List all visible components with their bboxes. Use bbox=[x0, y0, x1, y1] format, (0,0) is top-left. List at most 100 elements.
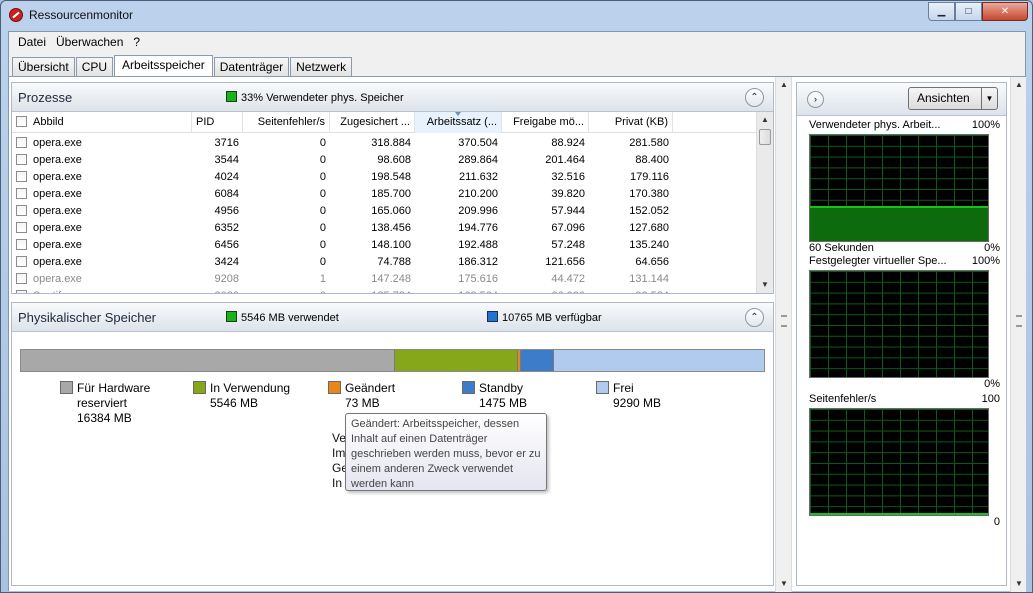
column-pid[interactable]: PID bbox=[192, 112, 243, 133]
table-cell: 168.564 bbox=[415, 290, 502, 294]
graph-max: 100% bbox=[971, 119, 1000, 131]
tab-datentraeger[interactable]: Datenträger bbox=[213, 57, 290, 76]
table-cell: 121.656 bbox=[545, 255, 585, 268]
scroll-down-icon[interactable]: ▼ bbox=[1011, 576, 1027, 592]
table-row[interactable]: Spotify.exe 80800125.724168.56466.08093.5… bbox=[12, 287, 757, 293]
graph-title: Seitenfehler/s bbox=[809, 393, 877, 405]
collapse-icon[interactable]: ⌃ bbox=[745, 308, 764, 327]
column-freigabe[interactable]: Freigabe mö... bbox=[502, 112, 589, 133]
table-cell: 281.580 bbox=[629, 136, 669, 149]
memory-segment[interactable] bbox=[519, 350, 553, 371]
process-scrollbar[interactable]: ▲ ▼ bbox=[756, 112, 773, 293]
row-checkbox[interactable] bbox=[16, 136, 27, 148]
process-name: opera.exe bbox=[33, 136, 82, 149]
table-cell: 6456 bbox=[214, 238, 239, 251]
close-button[interactable]: ✕ bbox=[982, 2, 1028, 21]
physical-memory-header[interactable]: Physikalischer Speicher 5546 MB verwende… bbox=[12, 303, 773, 332]
tooltip: Geändert: Arbeitsspeicher, dessen Inhalt… bbox=[345, 413, 547, 491]
graph-canvas bbox=[809, 270, 989, 378]
row-checkbox[interactable] bbox=[16, 289, 27, 293]
table-cell: 211.632 bbox=[459, 170, 498, 183]
process-name: opera.exe bbox=[33, 170, 82, 183]
table-row[interactable]: opera.exe 4956 0 165.060 209.996 57.944 152.05… bbox=[12, 202, 757, 219]
table-cell: 127.680 bbox=[629, 221, 669, 234]
table-cell: 57.248 bbox=[551, 238, 585, 251]
table-cell: 32.516 bbox=[551, 170, 585, 183]
dropdown-icon[interactable]: ▼ bbox=[981, 88, 997, 109]
column-abbild[interactable]: Abbild bbox=[12, 112, 192, 133]
pane-splitter[interactable]: ▲ ▼ bbox=[775, 77, 792, 592]
legend-text: Frei 9290 MB bbox=[613, 381, 661, 411]
menu-ueberwachen[interactable]: Überwachen bbox=[51, 32, 128, 52]
scroll-down-icon[interactable]: ▼ bbox=[757, 277, 773, 293]
collapse-icon[interactable]: ⌃ bbox=[745, 88, 764, 107]
legend-label1: Frei bbox=[613, 381, 634, 395]
table-cell: 8080 bbox=[192, 290, 243, 294]
scroll-up-icon[interactable]: ▲ bbox=[1011, 77, 1027, 93]
scroll-up-icon[interactable]: ▲ bbox=[776, 77, 792, 93]
maximize-button[interactable]: □ bbox=[955, 2, 982, 21]
menu-bar: Datei Überwachen ? bbox=[9, 32, 1025, 52]
legend-swatch bbox=[193, 381, 206, 394]
table-row[interactable]: opera.exe 3424 0 74.788 186.312 121.656 64.656 bbox=[12, 253, 757, 270]
process-table: Abbild PID Seitenfehler/s Zugesichert ..… bbox=[12, 112, 757, 293]
tab-netzwerk[interactable]: Netzwerk bbox=[290, 57, 353, 76]
row-checkbox[interactable] bbox=[16, 272, 27, 284]
table-cell: 170.380 bbox=[629, 187, 669, 200]
column-privat[interactable]: Privat (KB) bbox=[589, 112, 673, 133]
row-checkbox[interactable] bbox=[16, 170, 27, 182]
table-row[interactable]: opera.exe 3716 0 318.884 370.504 88.924 281.58… bbox=[12, 134, 757, 151]
table-cell: 4024 bbox=[214, 170, 239, 183]
row-checkbox[interactable] bbox=[16, 187, 27, 199]
table-cell: 88.924 bbox=[551, 136, 585, 149]
window-scrollbar[interactable]: ▲ ▼ bbox=[1010, 77, 1026, 592]
memory-segment[interactable] bbox=[393, 350, 518, 371]
row-checkbox[interactable] bbox=[16, 255, 27, 267]
legend-label2: reserviert bbox=[77, 396, 128, 410]
table-row[interactable]: opera.exe 9208 1 147.248 175.616 44.472 131.14… bbox=[12, 270, 757, 287]
table-cell: 185.700 bbox=[371, 187, 411, 200]
row-checkbox[interactable] bbox=[16, 153, 27, 165]
menu-datei[interactable]: Datei bbox=[13, 32, 51, 52]
processes-usage-text: 33% Verwendeter phys. Speicher bbox=[241, 92, 404, 104]
memory-segment[interactable] bbox=[552, 350, 764, 371]
table-row[interactable]: opera.exe 6084 0 185.700 210.200 39.820 170.38… bbox=[12, 185, 757, 202]
memory-segment[interactable] bbox=[21, 350, 394, 371]
row-checkbox[interactable] bbox=[16, 221, 27, 233]
minimize-button[interactable]: ▁ bbox=[928, 2, 955, 21]
scroll-down-icon[interactable]: ▼ bbox=[776, 576, 792, 592]
table-cell: 6084 bbox=[214, 187, 239, 200]
table-row[interactable]: opera.exe 6456 0 148.100 192.488 57.248 135.24… bbox=[12, 236, 757, 253]
column-zugesichert[interactable]: Zugesichert ... bbox=[330, 112, 415, 133]
table-row[interactable]: opera.exe 3544 0 98.608 289.864 201.464 88.400 bbox=[12, 151, 757, 168]
expand-pane-icon[interactable]: › bbox=[807, 91, 824, 108]
table-row[interactable]: opera.exe 4024 0 198.548 211.632 32.516 179.11… bbox=[12, 168, 757, 185]
column-arbeitssatz[interactable]: Arbeitssatz (... bbox=[415, 112, 502, 133]
scroll-up-icon[interactable]: ▲ bbox=[757, 112, 773, 128]
table-cell: 318.884 bbox=[371, 136, 411, 149]
views-button-label: Ansichten bbox=[917, 91, 970, 105]
graph-title: Verwendeter phys. Arbeit... bbox=[809, 119, 941, 131]
tab-uebersicht[interactable]: Übersicht bbox=[12, 57, 75, 76]
select-all-checkbox[interactable] bbox=[16, 116, 27, 127]
table-cell: 192.488 bbox=[458, 238, 498, 251]
menu-help[interactable]: ? bbox=[128, 32, 145, 52]
tab-arbeitsspeicher[interactable]: Arbeitsspeicher bbox=[114, 55, 213, 77]
scrollbar-grip-icon[interactable] bbox=[1016, 315, 1022, 327]
tab-cpu[interactable]: CPU bbox=[75, 57, 114, 76]
scroll-thumb[interactable] bbox=[759, 129, 771, 145]
splitter-grip-icon[interactable] bbox=[781, 315, 787, 327]
views-button[interactable]: Ansichten ▼ bbox=[908, 87, 998, 110]
memory-available-text: 10765 MB verfügbar bbox=[502, 312, 602, 324]
row-checkbox-cell: opera.exe bbox=[12, 153, 192, 166]
title-bar: Ressourcenmonitor ▁ □ ✕ bbox=[1, 1, 1032, 29]
table-row[interactable]: opera.exe 6352 0 138.456 194.776 67.096 127.68… bbox=[12, 219, 757, 236]
row-checkbox[interactable] bbox=[16, 204, 27, 216]
legend-swatch bbox=[462, 381, 475, 394]
processes-header[interactable]: Prozesse 33% Verwendeter phys. Speicher … bbox=[12, 83, 773, 112]
row-checkbox[interactable] bbox=[16, 238, 27, 250]
graph-pane: › Ansichten ▼ Verwendeter phys. Arbeit...… bbox=[796, 82, 1007, 586]
table-cell: 179.116 bbox=[630, 170, 669, 183]
column-seitenfehler[interactable]: Seitenfehler/s bbox=[243, 112, 330, 133]
table-cell: 3424 bbox=[214, 255, 239, 268]
